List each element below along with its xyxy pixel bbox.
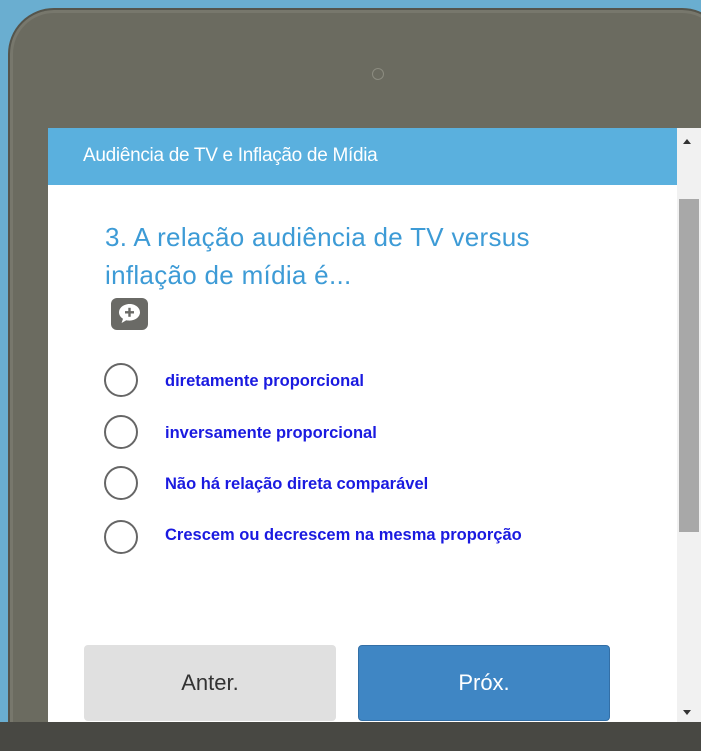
option-radio[interactable]	[104, 415, 138, 449]
option-radio[interactable]	[104, 363, 138, 397]
comment-button[interactable]	[111, 298, 148, 330]
option-1[interactable]: diretamente proporcional	[104, 363, 624, 403]
next-button[interactable]: Próx.	[358, 645, 610, 721]
option-radio[interactable]	[104, 466, 138, 500]
comment-add-icon	[119, 304, 140, 323]
option-label[interactable]: Crescem ou decrescem na mesma proporção	[165, 523, 565, 548]
chevron-down-icon[interactable]	[683, 710, 691, 715]
option-2[interactable]: inversamente proporcional	[104, 415, 624, 455]
survey-screen: Audiência de TV e Inflação de Mídia 3. A…	[48, 128, 680, 722]
option-label[interactable]: inversamente proporcional	[165, 421, 605, 446]
survey-header: Audiência de TV e Inflação de Mídia	[48, 128, 678, 185]
option-4[interactable]: Crescem ou decrescem na mesma proporção	[104, 520, 624, 580]
option-label[interactable]: Não há relação direta comparável	[165, 472, 605, 497]
camera-dot	[372, 68, 384, 80]
option-radio[interactable]	[104, 520, 138, 554]
device-bottom-bar	[0, 722, 701, 751]
scrollbar[interactable]	[677, 128, 701, 722]
survey-title: Audiência de TV e Inflação de Mídia	[83, 145, 378, 166]
chevron-up-icon[interactable]	[683, 139, 691, 144]
option-label[interactable]: diretamente proporcional	[165, 369, 605, 394]
option-3[interactable]: Não há relação direta comparável	[104, 466, 624, 506]
previous-button[interactable]: Anter.	[84, 645, 336, 721]
scrollbar-thumb[interactable]	[679, 199, 699, 532]
question-text: 3. A relação audiência de TV versus infl…	[105, 222, 530, 290]
